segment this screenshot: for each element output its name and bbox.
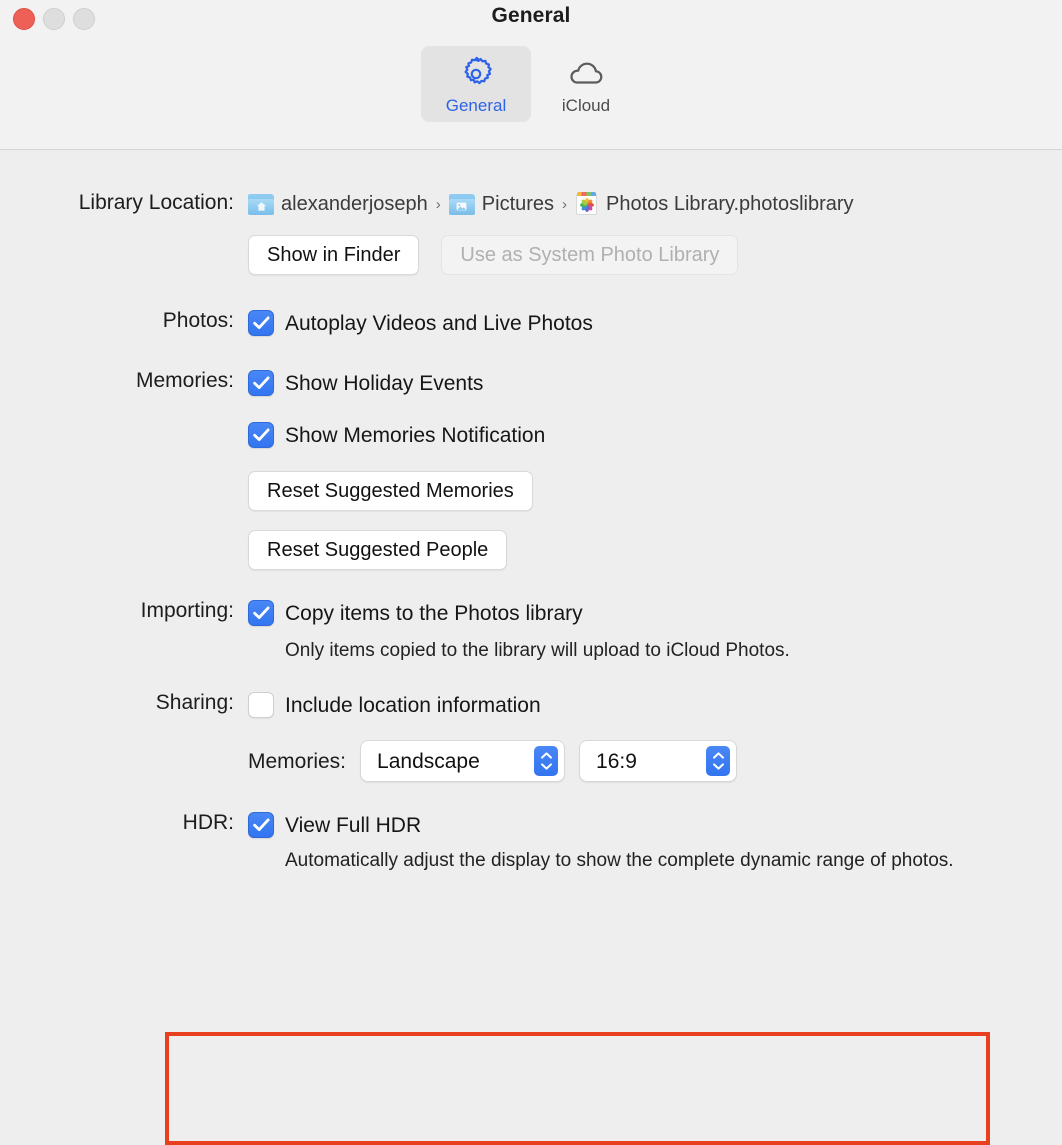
row-photos: Photos: Autoplay Videos and Live Photos [0,310,1062,336]
cloud-icon [566,55,606,93]
row-memories: Memories: Show Holiday Events Show Memor… [0,370,1062,570]
memories-label: Memories: [135,369,234,392]
preferences-toolbar: General iCloud [0,46,1062,122]
library-location-label: Library Location: [78,191,234,214]
breadcrumb-label-pictures: Pictures [481,192,555,215]
chevron-updown-icon [534,746,559,777]
hdr-label: HDR: [182,811,234,835]
sharing-label: Sharing: [155,691,234,715]
memories-orientation-select[interactable]: Landscape [360,740,566,783]
row-sharing: Sharing: Include location information Me… [0,691,1062,783]
breadcrumb-item-photos-library[interactable]: Photos Library.photoslibrary [575,192,854,216]
importing-note: Only items copied to the library will up… [285,640,790,661]
breadcrumb-separator: › [435,195,441,213]
autoplay-videos-row[interactable]: Autoplay Videos and Live Photos [248,310,1062,336]
preferences-content: Library Location: alexanderjoseph › Pict… [0,192,1062,1145]
tab-general[interactable]: General [421,46,531,122]
breadcrumb-item-pictures[interactable]: Pictures [448,192,555,216]
library-action-buttons: Show in Finder Use as System Photo Libra… [248,235,1062,275]
show-holiday-events-row[interactable]: Show Holiday Events [248,370,1062,396]
breadcrumb-separator-2: › [562,195,568,213]
show-in-finder-button[interactable]: Show in Finder [248,235,420,275]
autoplay-videos-label: Autoplay Videos and Live Photos [285,311,593,335]
show-holiday-events-checkbox[interactable] [248,370,274,396]
row-library-location: Library Location: alexanderjoseph › Pict… [0,192,1062,275]
tab-general-label: General [445,96,507,115]
show-memories-notification-row[interactable]: Show Memories Notification [248,422,1062,448]
breadcrumb-label-photos-library: Photos Library.photoslibrary [606,192,854,215]
memories-orientation-value: Landscape [377,749,480,773]
row-hdr: HDR: View Full HDR Automatically adjust … [0,812,1062,872]
include-location-row[interactable]: Include location information [248,692,1062,719]
show-memories-notification-checkbox[interactable] [248,422,274,448]
use-as-system-photo-library-button: Use as System Photo Library [441,235,739,275]
gear-icon [457,55,495,93]
sharing-memories-row: Memories: Landscape 16:9 [248,740,1062,783]
sharing-memories-label: Memories: [248,749,347,773]
show-memories-notification-label: Show Memories Notification [285,423,546,447]
hdr-note: Automatically adjust the display to show… [285,850,954,872]
view-full-hdr-label: View Full HDR [285,813,422,837]
reset-suggested-people-button[interactable]: Reset Suggested People [248,530,508,570]
memories-aspect-ratio-select[interactable]: 16:9 [579,740,738,783]
copy-items-row[interactable]: Copy items to the Photos library [248,600,1062,626]
photos-label: Photos: [162,309,234,332]
window-titlebar: General General iCloud [0,0,1062,150]
copy-items-checkbox[interactable] [248,600,274,626]
include-location-checkbox[interactable] [248,692,274,719]
row-importing: Importing: Copy items to the Photos libr… [0,600,1062,662]
breadcrumb-label-home: alexanderjoseph [281,192,428,215]
show-holiday-events-label: Show Holiday Events [285,371,484,395]
window-title: General [491,4,571,27]
importing-label: Importing: [140,599,234,622]
memories-aspect-ratio-value: 16:9 [596,749,637,773]
pictures-folder-icon [448,193,475,215]
hdr-highlight-box [165,1032,990,1145]
tab-icloud[interactable]: iCloud [531,46,641,122]
view-full-hdr-row[interactable]: View Full HDR [248,812,1062,839]
copy-items-label: Copy items to the Photos library [285,601,583,625]
tab-icloud-label: iCloud [561,96,611,115]
library-path-breadcrumb[interactable]: alexanderjoseph › Pictures › Photos Libr… [248,192,1062,216]
breadcrumb-item-home[interactable]: alexanderjoseph [248,193,428,216]
include-location-label: Include location information [285,693,541,717]
autoplay-videos-checkbox[interactable] [248,310,274,336]
reset-suggested-memories-button[interactable]: Reset Suggested Memories [248,471,533,511]
view-full-hdr-checkbox[interactable] [248,812,274,839]
photos-library-icon [575,192,599,216]
home-folder-icon [248,193,274,215]
chevron-updown-icon-2 [706,746,731,777]
